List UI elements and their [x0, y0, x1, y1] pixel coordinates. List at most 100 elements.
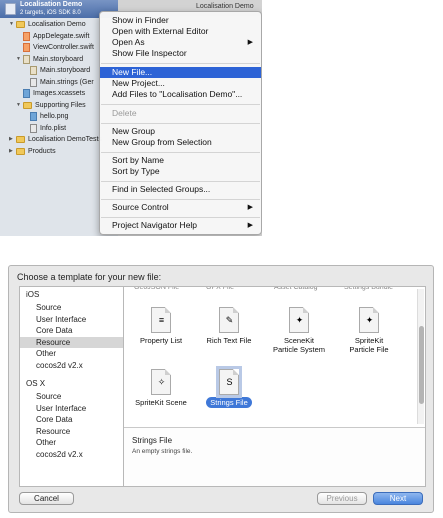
menu-new-group[interactable]: New Group [100, 126, 261, 137]
template-item[interactable]: ✎ Rich Text File [194, 307, 264, 345]
template-file-icon: ✦ [359, 307, 379, 333]
file-tree-label: hello.png [40, 113, 69, 120]
template-category-item[interactable]: cocos2d v2.x [20, 449, 123, 460]
disclosure-triangle-icon[interactable]: ▶ [9, 146, 15, 157]
xcode-navigator-screenshot: Localisation Demo 2 targets, iOS SDK 8.0… [0, 0, 262, 236]
template-glyph-icon: ✧ [157, 377, 166, 387]
template-category-item[interactable]: Source [20, 391, 123, 402]
file-tree-item[interactable]: ▶ Products [9, 146, 56, 157]
template-category-item[interactable]: cocos2d v2.x [20, 360, 123, 371]
template-content: GeoJSON File GPX File Asset Catalog Setting… [123, 286, 426, 487]
next-button[interactable]: Next [373, 492, 423, 505]
menu-find-in-selected-groups[interactable]: Find in Selected Groups... [100, 184, 261, 195]
description-title: Strings File [132, 436, 173, 445]
disclosure-triangle-icon[interactable]: ▼ [16, 54, 22, 65]
template-file-icon: ✧ [151, 369, 171, 395]
menu-project-navigator-help[interactable]: Project Navigator Help ▶ [100, 220, 261, 231]
template-label-clipped: GPX File [206, 287, 235, 291]
template-category-item[interactable]: User Interface [20, 403, 123, 414]
file-tree-item[interactable]: Main.strings (Ger [23, 77, 94, 88]
file-icon [30, 112, 37, 121]
menu-delete[interactable]: Delete [100, 108, 261, 119]
template-file-icon: S [219, 369, 239, 395]
template-item[interactable]: S Strings File [194, 369, 264, 408]
menu-sort-by-name[interactable]: Sort by Name [100, 155, 261, 166]
menu-show-in-finder[interactable]: Show in Finder [100, 15, 261, 26]
template-label: SpriteKit Particle File [349, 336, 389, 354]
template-scrollbar[interactable] [417, 289, 424, 424]
template-item[interactable]: ✦ SpriteKit Particle File [334, 307, 404, 354]
file-tree-item[interactable]: ▼ Main.storyboard [16, 54, 83, 65]
template-category-item[interactable]: User Interface [20, 314, 123, 325]
file-tree-label: Main.storyboard [33, 55, 84, 63]
file-tree-item[interactable]: Images.xcassets [16, 88, 85, 99]
template-item[interactable]: ✧ SpriteKit Scene [126, 369, 196, 407]
file-icon [23, 54, 30, 64]
template-category-item[interactable]: Resource [20, 336, 123, 348]
scrollbar-thumb[interactable] [419, 326, 424, 404]
template-label-clipped: Asset Catalog [274, 287, 318, 291]
template-category-item[interactable]: Other [20, 348, 123, 359]
file-tree-item[interactable]: ▼ Supporting Files [16, 100, 86, 111]
file-tree-label: Main.storyboard [40, 67, 91, 74]
disclosure-triangle-icon[interactable]: ▼ [16, 100, 22, 111]
template-label: Property List [139, 336, 183, 345]
menu-new-file[interactable]: New File... [100, 67, 261, 78]
file-icon [23, 43, 30, 52]
file-tree-item[interactable]: ViewController.swift [16, 42, 94, 53]
context-menu: Show in Finder Open with External Editor… [99, 11, 262, 235]
file-tree-item[interactable]: AppDelegate.swift [16, 31, 89, 42]
menu-separator [101, 217, 260, 218]
menu-open-external-editor[interactable]: Open with External Editor [100, 26, 261, 37]
menu-separator [101, 104, 260, 105]
file-tree-item[interactable]: hello.png [23, 111, 68, 122]
submenu-arrow-icon: ▶ [247, 39, 253, 46]
file-icon [23, 89, 30, 98]
description-text: An empty strings file. [132, 448, 193, 455]
template-item[interactable]: ≡ Property List [126, 307, 196, 345]
menu-source-control[interactable]: Source Control ▶ [100, 202, 261, 213]
file-tree-item[interactable]: Main.storyboard [23, 65, 90, 76]
file-tree-item[interactable]: ▼ Localisation Demo [9, 19, 86, 30]
template-label: Rich Text File [206, 336, 252, 345]
file-tree-label: Localisation DemoTests [28, 136, 102, 143]
folder-icon [16, 136, 25, 143]
template-item[interactable]: ✦ SceneKit Particle System [264, 307, 334, 354]
menu-new-project[interactable]: New Project... [100, 78, 261, 89]
menu-separator [101, 123, 260, 124]
project-name: Localisation Demo [20, 1, 83, 8]
file-icon [30, 77, 37, 87]
folder-icon [23, 101, 32, 109]
menu-add-files[interactable]: Add Files to "Localisation Demo"... [100, 89, 261, 100]
menu-sort-by-type[interactable]: Sort by Type [100, 166, 261, 177]
menu-separator [101, 199, 260, 200]
menu-show-file-inspector[interactable]: Show File Inspector [100, 48, 261, 59]
template-glyph-icon: ✎ [225, 315, 234, 325]
template-category-item[interactable]: Core Data [20, 325, 123, 336]
template-category-item[interactable]: Core Data [20, 414, 123, 425]
platform-header-osx: OS X [26, 379, 46, 388]
menu-open-as[interactable]: Open As ▶ [100, 37, 261, 48]
folder-icon [16, 21, 25, 28]
disclosure-triangle-icon[interactable]: ▶ [9, 134, 15, 145]
menu-new-group-from-selection[interactable]: New Group from Selection [100, 137, 261, 148]
file-icon [23, 31, 30, 41]
xcode-project-icon [5, 3, 16, 15]
disclosure-triangle-icon[interactable]: ▼ [9, 19, 15, 30]
dialog-title: Choose a template for your new file: [17, 272, 162, 282]
previous-button[interactable]: Previous [317, 492, 367, 505]
editor-tab[interactable]: Localisation Demo [196, 3, 254, 10]
template-category-sidebar: iOS Source User Interface Core Data Resourc… [19, 286, 123, 487]
file-tree-label: AppDelegate.swift [33, 32, 90, 40]
template-category-item[interactable]: Other [20, 437, 123, 448]
template-chooser-dialog: Choose a template for your new file: iOS… [8, 265, 434, 513]
template-category-item[interactable]: Resource [20, 426, 123, 437]
file-tree-item[interactable]: ▶ Localisation DemoTests [9, 134, 102, 145]
file-tree-item[interactable]: Info.plist [23, 123, 66, 134]
template-category-item[interactable]: Source [20, 302, 123, 313]
template-file-icon: ✦ [289, 307, 309, 333]
template-glyph-icon: ✦ [295, 315, 304, 325]
template-label-clipped: GeoJSON File [134, 287, 180, 291]
cancel-button[interactable]: Cancel [19, 492, 74, 505]
file-tree-label: Images.xcassets [33, 90, 86, 97]
